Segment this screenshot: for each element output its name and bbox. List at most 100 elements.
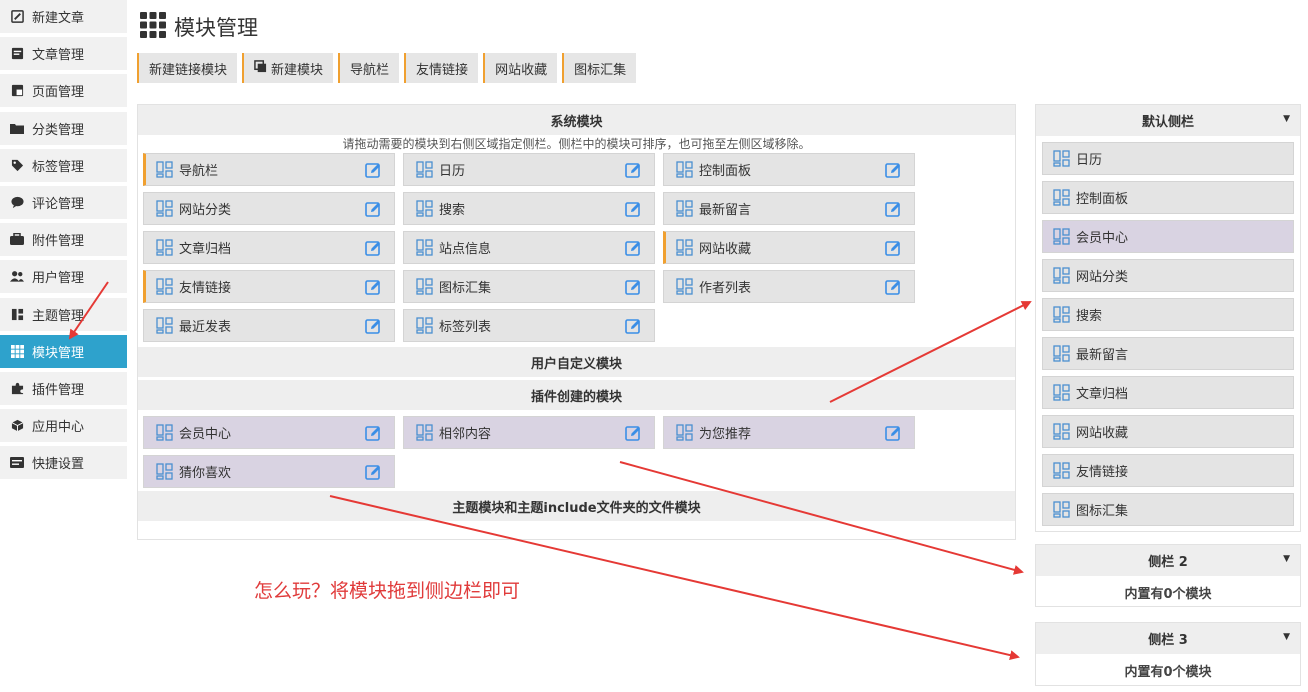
module-icon xyxy=(156,278,173,295)
edit-icon[interactable] xyxy=(885,162,902,183)
sidebar-module[interactable]: 日历 xyxy=(1042,142,1294,175)
sidebar-item-puzzle[interactable]: 插件管理 xyxy=(0,372,127,405)
sidebar-item-users[interactable]: 用户管理 xyxy=(0,260,127,293)
module-item[interactable]: 网站收藏 xyxy=(663,231,915,264)
caret-down-icon[interactable]: ▼ xyxy=(1283,632,1290,642)
sidebar-item-label: 主题管理 xyxy=(32,309,85,324)
toolbar-button-label: 友情链接 xyxy=(416,62,469,78)
edit-icon[interactable] xyxy=(885,425,902,446)
edit-icon[interactable] xyxy=(625,240,642,261)
grid-icon xyxy=(10,345,24,359)
edit-icon[interactable] xyxy=(365,162,382,183)
module-icon xyxy=(156,463,173,480)
toolbar-button-3[interactable]: 友情链接 xyxy=(404,53,479,83)
edit-icon[interactable] xyxy=(365,318,382,339)
sidebar-item-edit[interactable]: 新建文章 xyxy=(0,0,127,33)
module-label: 友情链接 xyxy=(179,281,232,296)
sidebar-header[interactable]: 默认侧栏 ▼ xyxy=(1036,105,1300,136)
copy-icon xyxy=(254,59,267,77)
edit-icon[interactable] xyxy=(365,240,382,261)
module-item[interactable]: 日历 xyxy=(403,153,655,186)
module-item[interactable]: 猜你喜欢 xyxy=(143,455,395,488)
sidebar-item-settings[interactable]: 快捷设置 xyxy=(0,446,127,479)
users-icon xyxy=(10,270,24,284)
edit-icon[interactable] xyxy=(365,279,382,300)
sidebar-header[interactable]: 侧栏 2 ▼ xyxy=(1036,545,1300,576)
sidebar-header[interactable]: 侧栏 3 ▼ xyxy=(1036,623,1300,654)
toolbar-button-label: 网站收藏 xyxy=(495,62,548,78)
user-modules-header: 用户自定义模块 xyxy=(138,347,1015,377)
module-item[interactable]: 为您推荐 xyxy=(663,416,915,449)
module-item[interactable]: 文章归档 xyxy=(143,231,395,264)
toolbar-button-2[interactable]: 导航栏 xyxy=(338,53,400,83)
sidebar-item-theme[interactable]: 主题管理 xyxy=(0,298,127,331)
tag-icon xyxy=(10,159,24,173)
module-label: 搜索 xyxy=(439,203,466,218)
caret-down-icon[interactable]: ▼ xyxy=(1283,114,1290,124)
edit-icon[interactable] xyxy=(625,425,642,446)
sidebar-item-comment[interactable]: 评论管理 xyxy=(0,186,127,219)
module-item[interactable]: 友情链接 xyxy=(143,270,395,303)
sidebar-item-grid[interactable]: 模块管理 xyxy=(0,335,127,368)
edit-icon[interactable] xyxy=(885,240,902,261)
sidebar-item-file[interactable]: 文章管理 xyxy=(0,37,127,70)
admin-sidebar: 新建文章文章管理页面管理分类管理标签管理评论管理附件管理用户管理主题管理模块管理… xyxy=(0,0,127,484)
sidebar-module[interactable]: 友情链接 xyxy=(1042,454,1294,487)
module-item[interactable]: 标签列表 xyxy=(403,309,655,342)
toolbar-button-0[interactable]: 新建链接模块 xyxy=(137,53,238,83)
module-icon xyxy=(1053,267,1070,284)
module-label: 文章归档 xyxy=(179,242,232,257)
plugin-modules-grid: 会员中心 相邻内容 为您推荐猜你喜欢 xyxy=(138,416,1015,494)
edit-icon[interactable] xyxy=(365,201,382,222)
module-item[interactable]: 导航栏 xyxy=(143,153,395,186)
sidebar-module[interactable]: 控制面板 xyxy=(1042,181,1294,214)
module-item[interactable]: 网站分类 xyxy=(143,192,395,225)
comment-icon xyxy=(10,196,24,210)
edit-icon[interactable] xyxy=(625,201,642,222)
edit-icon[interactable] xyxy=(365,425,382,446)
caret-down-icon[interactable]: ▼ xyxy=(1283,554,1290,564)
edit-icon[interactable] xyxy=(625,162,642,183)
sidebar-item-box[interactable]: 应用中心 xyxy=(0,409,127,442)
sidebar-item-label: 文章管理 xyxy=(32,48,85,63)
toolbar-button-1[interactable]: 新建模块 xyxy=(242,53,334,83)
module-item[interactable]: 相邻内容 xyxy=(403,416,655,449)
sidebar-module[interactable]: 网站分类 xyxy=(1042,259,1294,292)
sidebar-item-folder[interactable]: 分类管理 xyxy=(0,112,127,145)
default-sidebar-area: 默认侧栏 ▼ 日历控制面板会员中心网站分类搜索最新留言文章归档网站收藏友情链接图标… xyxy=(1035,104,1301,532)
module-item[interactable]: 最新留言 xyxy=(663,192,915,225)
module-item[interactable]: 作者列表 xyxy=(663,270,915,303)
module-item[interactable]: 站点信息 xyxy=(403,231,655,264)
edit-icon[interactable] xyxy=(625,279,642,300)
module-label: 图标汇集 xyxy=(439,281,492,296)
sidebar-item-page[interactable]: 页面管理 xyxy=(0,74,127,107)
sidebar-module[interactable]: 图标汇集 xyxy=(1042,493,1294,526)
module-label: 控制面板 xyxy=(699,164,752,179)
sidebar-module[interactable]: 最新留言 xyxy=(1042,337,1294,370)
edit-icon[interactable] xyxy=(885,201,902,222)
sidebar-item-tag[interactable]: 标签管理 xyxy=(0,149,127,182)
module-icon xyxy=(1053,423,1070,440)
toolbar-button-4[interactable]: 网站收藏 xyxy=(483,53,558,83)
module-icon xyxy=(416,424,433,441)
module-item[interactable]: 图标汇集 xyxy=(403,270,655,303)
module-item[interactable]: 会员中心 xyxy=(143,416,395,449)
sidebar-item-attachment[interactable]: 附件管理 xyxy=(0,223,127,256)
toolbar-button-label: 图标汇集 xyxy=(574,62,627,78)
sidebar-module[interactable]: 会员中心 xyxy=(1042,220,1294,253)
sidebar-item-label: 快捷设置 xyxy=(32,457,85,472)
sidebar-module[interactable]: 搜索 xyxy=(1042,298,1294,331)
sidebar-module[interactable]: 文章归档 xyxy=(1042,376,1294,409)
sidebar-2-area: 侧栏 2 ▼ 内置有0个模块 xyxy=(1035,544,1301,607)
edit-icon[interactable] xyxy=(365,464,382,485)
edit-icon[interactable] xyxy=(625,318,642,339)
module-icon xyxy=(1053,306,1070,323)
module-label: 为您推荐 xyxy=(699,427,752,442)
module-item[interactable]: 搜索 xyxy=(403,192,655,225)
module-item[interactable]: 最近发表 xyxy=(143,309,395,342)
sidebar-module[interactable]: 网站收藏 xyxy=(1042,415,1294,448)
sidebar-item-label: 应用中心 xyxy=(32,420,85,435)
toolbar-button-5[interactable]: 图标汇集 xyxy=(562,53,637,83)
module-item[interactable]: 控制面板 xyxy=(663,153,915,186)
edit-icon[interactable] xyxy=(885,279,902,300)
